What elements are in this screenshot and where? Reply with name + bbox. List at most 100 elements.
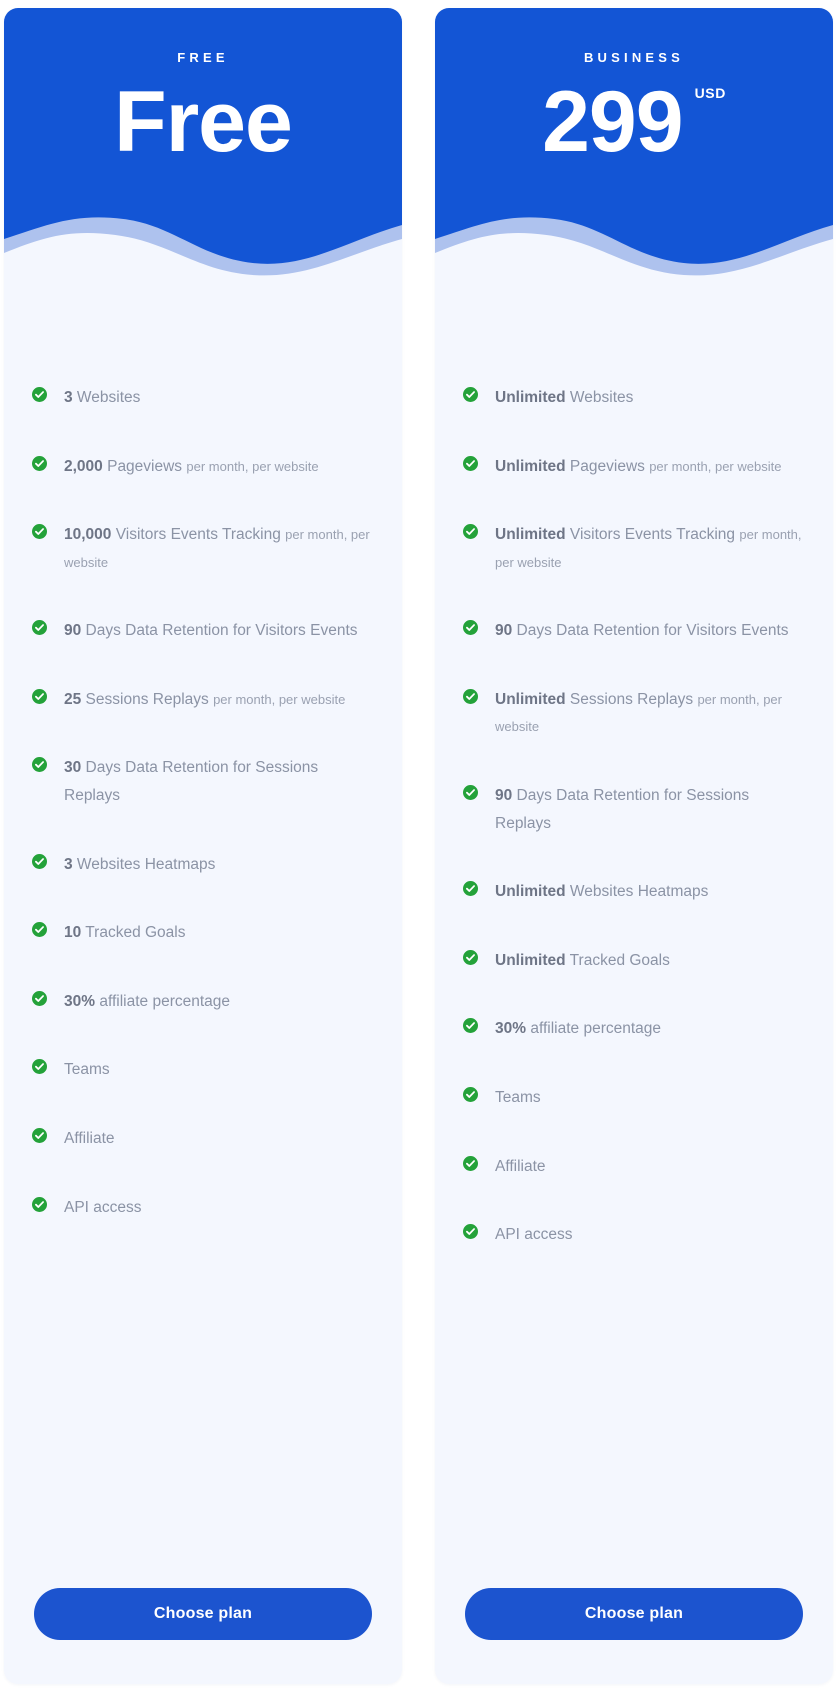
wave-front-layer [435, 233, 833, 280]
feature-value: Unlimited [495, 883, 566, 901]
feature-item: 90 Days Data Retention for Visitors Even… [463, 617, 805, 645]
plan-price-amount: Free [114, 74, 293, 170]
plan-price-currency: USD [694, 85, 726, 101]
feature-text: Unlimited Visitors Events Tracking per m… [495, 521, 805, 576]
plan-tier-label: FREE [177, 50, 229, 65]
feature-value: 2,000 [64, 457, 103, 475]
feature-text: API access [495, 1221, 573, 1249]
check-circle-icon [463, 620, 478, 636]
feature-value: Unlimited [495, 526, 566, 544]
feature-label: Websites [565, 389, 634, 406]
feature-text: 90 Days Data Retention for Visitors Even… [64, 617, 358, 645]
check-circle-icon [32, 620, 47, 636]
feature-value: Unlimited [495, 690, 566, 708]
feature-text: Unlimited Websites Heatmaps [495, 878, 708, 906]
check-circle-icon [32, 387, 47, 402]
plan-footer: Choose plan [4, 1588, 402, 1684]
feature-label: API access [495, 1226, 573, 1244]
feature-item: Unlimited Websites [463, 384, 805, 412]
check-circle-icon [463, 881, 478, 897]
feature-item: 30 Days Data Retention for Sessions Repl… [32, 754, 374, 809]
feature-item: API access [463, 1221, 805, 1249]
plan-feature-list-business: Unlimited Websites Unlimited Pageviews pe… [435, 280, 833, 1588]
feature-value: 10,000 [64, 526, 112, 544]
feature-item: Unlimited Tracked Goals [463, 947, 805, 975]
feature-label: Websites Heatmaps [565, 883, 709, 901]
feature-text: 30 Days Data Retention for Sessions Repl… [64, 754, 374, 809]
feature-note: per month, per website [186, 458, 319, 474]
feature-text: Unlimited Sessions Replays per month, pe… [495, 686, 805, 741]
check-circle-icon [32, 1059, 47, 1075]
feature-value: Unlimited [495, 457, 566, 475]
feature-value: 30 [64, 759, 82, 777]
feature-text: 25 Sessions Replays per month, per websi… [64, 686, 345, 714]
choose-plan-button-business[interactable]: Choose plan [465, 1588, 803, 1640]
check-circle-icon [32, 524, 47, 540]
check-circle-icon [463, 455, 478, 471]
wave-mid-layer [435, 217, 833, 280]
feature-text: 2,000 Pageviews per month, per website [64, 453, 319, 481]
feature-text: Affiliate [495, 1153, 546, 1181]
feature-text: Teams [495, 1084, 541, 1112]
feature-item: 90 Days Data Retention for Sessions Repl… [463, 782, 805, 837]
plan-header: BUSINESS 299 USD [435, 8, 833, 280]
feature-note: per month, per website [649, 458, 782, 474]
feature-text: Unlimited Tracked Goals [495, 947, 670, 975]
check-circle-icon [32, 688, 47, 704]
feature-item: 3 Websites [32, 384, 374, 412]
wave-decoration [435, 195, 833, 280]
feature-item: API access [32, 1194, 374, 1222]
check-circle-icon [32, 455, 47, 471]
feature-text: 10,000 Visitors Events Tracking per mont… [64, 521, 374, 576]
check-circle-icon [463, 1224, 478, 1240]
feature-text: 10 Tracked Goals [64, 919, 186, 947]
feature-item: 30% affiliate percentage [32, 988, 374, 1016]
feature-value: 10 [64, 924, 82, 942]
check-circle-icon [32, 757, 47, 773]
feature-value: Unlimited [495, 951, 566, 969]
check-circle-icon [32, 922, 47, 938]
pricing-plans-container: FREE Free 3 Websites 2,000 Pageviews per … [0, 0, 837, 1692]
feature-label: API access [64, 1198, 142, 1216]
feature-label: Days Data Retention for Visitors Events [512, 622, 789, 640]
check-circle-icon [463, 785, 478, 801]
feature-item: Unlimited Websites Heatmaps [463, 878, 805, 906]
plan-price-row: 299 USD [435, 79, 833, 165]
feature-label: Days Data Retention for Sessions Replays [495, 787, 750, 832]
check-circle-icon [463, 688, 478, 704]
feature-item: Affiliate [32, 1125, 374, 1153]
feature-item: Unlimited Visitors Events Tracking per m… [463, 521, 805, 576]
feature-value: Unlimited [495, 389, 566, 406]
feature-value: 3 [64, 855, 73, 873]
feature-item: Affiliate [463, 1153, 805, 1181]
feature-label: Days Data Retention for Visitors Events [81, 622, 358, 640]
feature-text: Teams [64, 1056, 110, 1084]
plan-price-amount: 299 [542, 74, 683, 170]
feature-label: affiliate percentage [95, 992, 231, 1010]
check-circle-icon [32, 990, 47, 1006]
feature-label: Teams [64, 1061, 110, 1079]
feature-label: Visitors Events Tracking [111, 526, 286, 544]
feature-item: 30% affiliate percentage [463, 1015, 805, 1043]
feature-value: 25 [64, 690, 82, 708]
check-circle-icon [463, 387, 478, 402]
feature-value: 3 [64, 389, 73, 406]
check-circle-icon [463, 524, 478, 540]
check-circle-icon [32, 1196, 47, 1212]
feature-item: 10,000 Visitors Events Tracking per mont… [32, 521, 374, 576]
feature-item: Teams [463, 1084, 805, 1112]
feature-note: per month, per website [213, 691, 346, 707]
feature-item: 90 Days Data Retention for Visitors Even… [32, 617, 374, 645]
feature-label: Sessions Replays [565, 690, 698, 708]
check-circle-icon [463, 1086, 478, 1102]
feature-text: Affiliate [64, 1125, 115, 1153]
feature-label: Affiliate [64, 1129, 115, 1147]
plan-tier-label: BUSINESS [583, 50, 685, 65]
feature-item: Teams [32, 1056, 374, 1084]
feature-label: Websites [72, 389, 141, 406]
plan-card-business: BUSINESS 299 USD Unlimited Websites Unlim… [435, 8, 833, 1684]
choose-plan-button-free[interactable]: Choose plan [34, 1588, 372, 1640]
feature-text: 3 Websites Heatmaps [64, 851, 215, 879]
wave-mid-layer [4, 217, 402, 280]
plan-price-row: Free [4, 79, 402, 165]
